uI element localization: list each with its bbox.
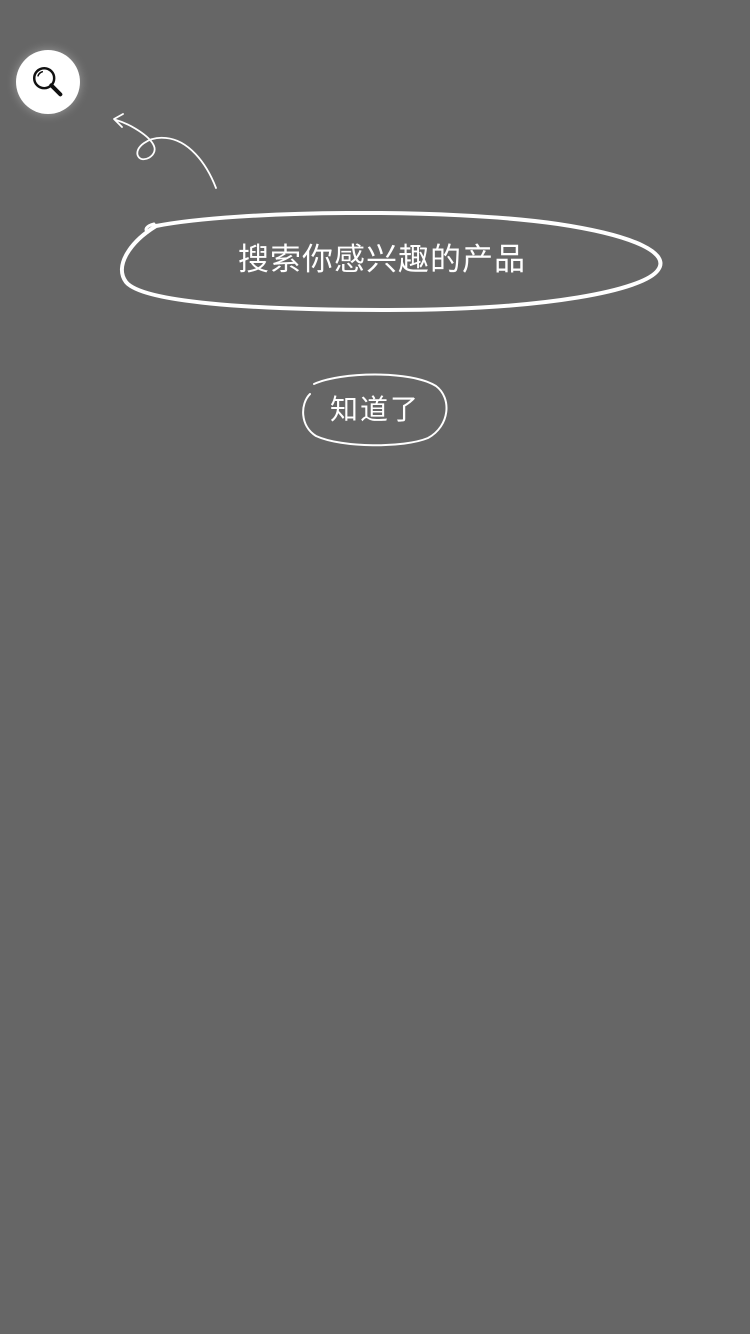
guide-overlay: 搜索你感兴趣的产品 知道了 xyxy=(0,0,750,1334)
got-it-button[interactable]: 知道了 xyxy=(300,370,450,450)
tip-bubble: 搜索你感兴趣的产品 xyxy=(118,206,666,316)
search-button-highlight[interactable] xyxy=(16,50,80,114)
hint-arrow xyxy=(113,113,217,189)
got-it-label: 知道了 xyxy=(329,393,420,426)
tip-text: 搜索你感兴趣的产品 xyxy=(238,242,526,278)
search-icon xyxy=(32,66,63,97)
